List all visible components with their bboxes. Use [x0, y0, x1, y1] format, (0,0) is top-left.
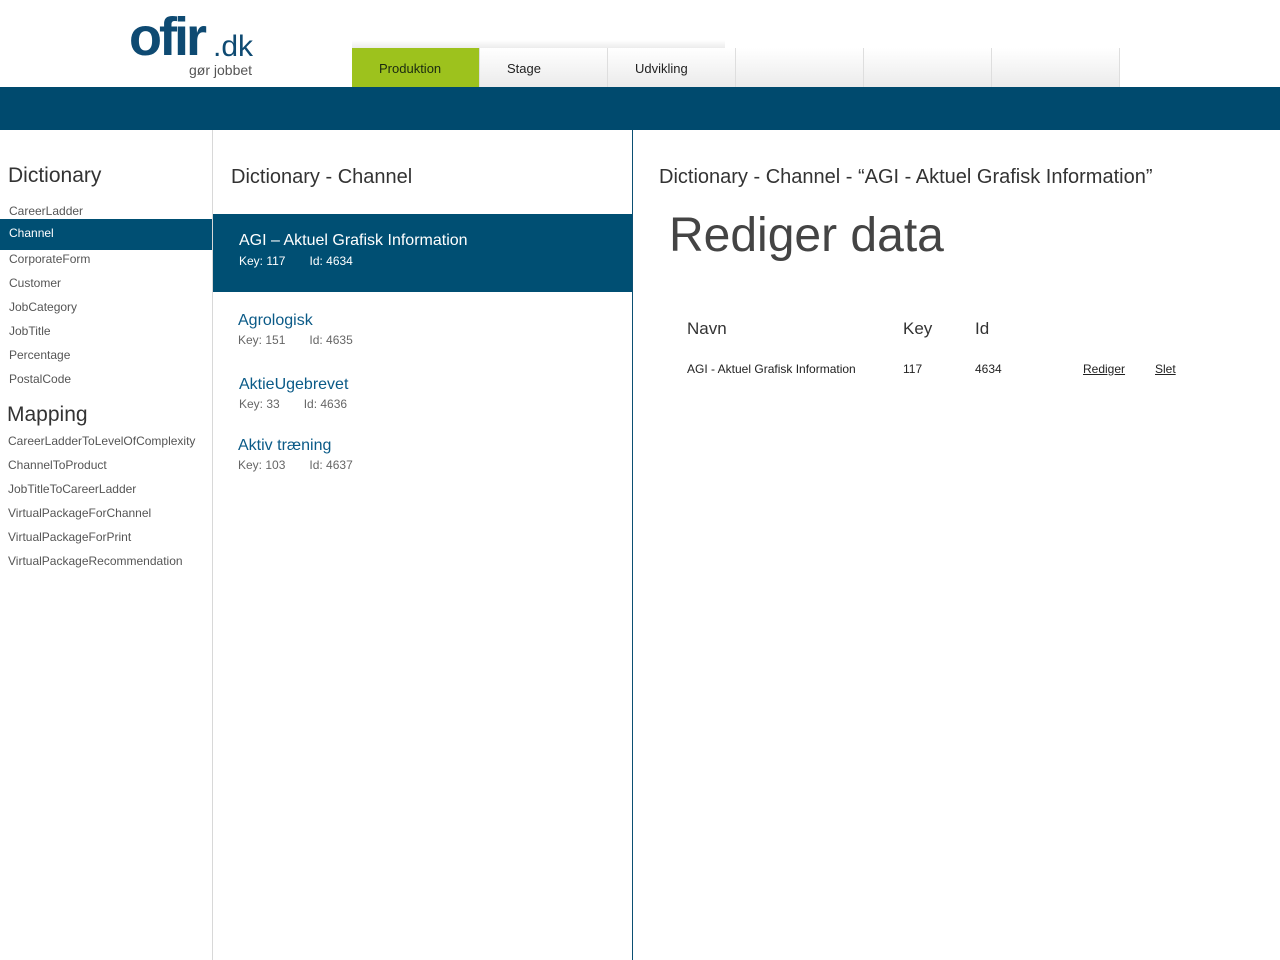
tab-stage[interactable]: Stage: [480, 48, 608, 87]
cell-navn: AGI - Aktuel Grafisk Information: [687, 362, 856, 376]
channel-key: Key: 103: [238, 458, 286, 472]
tab-empty-1: [736, 48, 864, 87]
logo-tagline: gør jobbet: [189, 62, 253, 78]
channel-list-item[interactable]: AGI – Aktuel Grafisk Information Key: 11…: [213, 214, 632, 292]
tab-empty-2: [864, 48, 992, 87]
tab-empty-3: [992, 48, 1120, 87]
channel-meta: Key: 103 Id: 4637: [238, 458, 353, 472]
channel-id: Id: 4637: [309, 458, 353, 472]
column-header-navn: Navn: [687, 319, 727, 338]
column-header-key: Key: [903, 319, 933, 338]
header: ofir .dk gør jobbet Produktion Stage Udv…: [0, 0, 1280, 87]
edit-heading: Rediger data: [669, 209, 944, 262]
cell-key: 117: [903, 362, 923, 376]
channel-meta: Key: 151 Id: 4635: [238, 333, 353, 347]
channel-list-item[interactable]: Agrologisk Key: 151 Id: 4635: [213, 300, 632, 356]
channel-key: Key: 117: [239, 254, 286, 268]
column-header-id: Id: [975, 319, 990, 338]
channel-id: Id: 4636: [303, 397, 348, 411]
logo-tld: .dk: [213, 30, 254, 63]
channel-name: Aktiv træning: [238, 437, 332, 454]
channel-name: Agrologisk: [238, 312, 313, 329]
channel-id: Id: 4634: [309, 254, 353, 268]
channel-name: AktieUgebrevet: [239, 376, 349, 393]
delete-link[interactable]: Slet: [1155, 362, 1176, 376]
channel-id: Id: 4635: [309, 333, 353, 347]
tab-udvikling[interactable]: Udvikling: [608, 48, 736, 87]
header-bar: [0, 87, 1280, 130]
channel-list-item[interactable]: Aktiv træning Key: 103 Id: 4637: [213, 425, 632, 481]
channel-name: AGI – Aktuel Grafisk Information: [239, 232, 468, 249]
sidebar-item-postalcode[interactable]: PostalCode: [0, 365, 212, 396]
tab-produktion[interactable]: Produktion: [352, 48, 480, 87]
sidebar-item-virtualpackagerecommendation[interactable]: VirtualPackageRecommendation: [0, 547, 212, 578]
channel-meta: Key: 117 Id: 4634: [239, 254, 353, 268]
channel-list-item[interactable]: AktieUgebrevet Key: 33 Id: 4636: [213, 364, 632, 420]
detail-title: Dictionary - Channel - “AGI - Aktuel Gra…: [659, 166, 1153, 188]
channel-list-title: Dictionary - Channel: [231, 166, 413, 188]
channel-key: Key: 33: [239, 397, 280, 411]
logo-name: ofir: [129, 7, 207, 67]
dictionary-section-title: Dictionary: [8, 164, 102, 187]
ofir-logo[interactable]: ofir .dk gør jobbet: [129, 7, 264, 80]
channel-key: Key: 151: [238, 333, 286, 347]
channel-meta: Key: 33 Id: 4636: [239, 397, 347, 411]
environment-tabs: Produktion Stage Udvikling: [352, 40, 1120, 87]
column-divider-right: [632, 130, 633, 960]
edit-link[interactable]: Rediger: [1083, 362, 1125, 376]
mapping-section-title: Mapping: [7, 403, 88, 426]
cell-id: 4634: [975, 362, 1002, 376]
